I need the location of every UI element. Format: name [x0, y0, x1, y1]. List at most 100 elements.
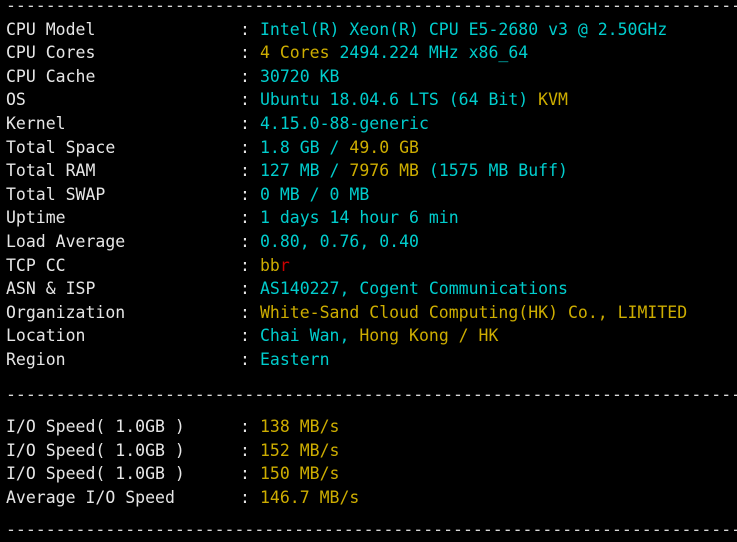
system-info-label: Total RAM — [6, 161, 96, 181]
system-info-row: OS: Ubuntu 18.04.6 LTS (64 Bit) KVM — [6, 88, 737, 112]
system-info-value-segment: 2494.224 MHz x86_64 — [339, 43, 529, 63]
system-info-label: Uptime — [6, 208, 66, 228]
io-speed-value-segment: 146.7 MB/s — [260, 487, 360, 507]
system-info-label: ASN & ISP — [6, 279, 96, 299]
system-info-value-segment: 127 MB / — [260, 161, 350, 181]
system-info-value-segment: (1575 MB Buff) — [428, 161, 568, 181]
system-info-label: Kernel — [6, 113, 66, 133]
system-info-value: bbr — [260, 254, 290, 278]
system-info-value-segment: 4.15.0-88-generic — [260, 113, 429, 133]
system-info-value: 4 Cores 2494.224 MHz x86_64 — [260, 41, 528, 65]
colon-separator: : — [240, 349, 250, 369]
system-info-value-segment: 49.0 GB — [349, 137, 419, 157]
io-speed-value-segment: 138 MB/s — [260, 417, 340, 437]
system-info-value: Ubuntu 18.04.6 LTS (64 Bit) KVM — [260, 88, 568, 112]
system-info-label: CPU Cache — [6, 66, 96, 86]
separator-middle: ----------------------------------------… — [6, 384, 737, 404]
system-info-value-segment: Intel(R) Xeon(R) CPU E5-2680 v3 @ 2.50GH… — [260, 19, 668, 39]
system-info-value-segment: 7976 MB — [349, 161, 429, 181]
colon-separator: : — [240, 279, 250, 299]
colon-separator: : — [240, 66, 250, 86]
system-info-value: 0.80, 0.76, 0.40 — [260, 230, 419, 254]
colon-separator: : — [240, 43, 250, 63]
section-spacer-2 — [0, 406, 737, 415]
io-speed-value: 138 MB/s — [260, 415, 339, 439]
io-speed-value-segment: 152 MB/s — [260, 440, 340, 460]
system-info-label: Total SWAP — [6, 184, 106, 204]
io-speed-value-segment: 150 MB/s — [260, 464, 340, 484]
system-info-row: Region: Eastern — [6, 348, 737, 372]
system-info-row: CPU Model: Intel(R) Xeon(R) CPU E5-2680 v… — [6, 18, 737, 42]
system-info-row: Location: Chai Wan, Hong Kong / HK — [6, 324, 737, 348]
io-speed-label: I/O Speed( 1.0GB ) — [6, 440, 185, 460]
colon-separator: : — [240, 464, 250, 484]
colon-separator: : — [240, 440, 250, 460]
system-info-value: White-Sand Cloud Computing(HK) Co., LIMI… — [260, 301, 687, 325]
section-spacer-3 — [0, 509, 737, 518]
system-info-label: TCP CC — [6, 255, 66, 275]
system-info-value-segment: 4 Cores — [260, 43, 340, 63]
system-info-row: Load Average:0.80, 0.76, 0.40 — [6, 230, 737, 254]
io-test-section: I/O Speed( 1.0GB ):138 MB/s I/O Speed( 1.… — [0, 415, 737, 509]
colon-separator: : — [240, 161, 250, 181]
system-info-row: TCP CC: bbr — [6, 254, 737, 278]
colon-separator: : — [240, 137, 250, 157]
io-speed-value: 150 MB/s — [260, 462, 339, 486]
system-info-value-segment: Eastern — [260, 349, 330, 369]
system-info-value-segment: Hong Kong / HK — [359, 326, 499, 346]
system-info-value-segment: KVM — [538, 90, 568, 110]
system-info-value: 1.8 GB / 49.0 GB — [260, 136, 419, 160]
system-info-value-segment: 1 days 14 hour 6 min — [260, 208, 459, 228]
system-info-row: Organization: White-Sand Cloud Computing(… — [6, 301, 737, 325]
colon-separator: : — [240, 19, 250, 39]
system-info-label: Location — [6, 326, 86, 346]
system-info-value-segment: Ubuntu 18.04.6 LTS (64 Bit) — [260, 90, 539, 110]
system-info-row: CPU Cores:4 Cores 2494.224 MHz x86_64 — [6, 41, 737, 65]
colon-separator: : — [240, 255, 250, 275]
system-info-label: Load Average — [6, 231, 126, 251]
system-info-value: 30720 KB — [260, 65, 339, 89]
colon-separator: : — [240, 90, 250, 110]
io-speed-row: I/O Speed( 1.0GB ):152 MB/s — [6, 439, 737, 463]
io-speed-label: I/O Speed( 1.0GB ) — [6, 464, 185, 484]
system-info-row: CPU Cache:30720 KB — [6, 65, 737, 89]
colon-separator: : — [240, 417, 250, 437]
system-info-value: AS140227, Cogent Communications — [260, 277, 568, 301]
colon-separator: : — [240, 231, 250, 251]
terminal-window: ----------------------------------------… — [0, 0, 737, 539]
io-speed-value: 146.7 MB/s — [260, 486, 359, 510]
io-speed-row: I/O Speed( 1.0GB ):150 MB/s — [6, 462, 737, 486]
system-info-label: OS — [6, 90, 26, 110]
system-info-value-segment: 1.8 GB / — [260, 137, 350, 157]
system-info-value: 4.15.0-88-generic — [260, 112, 429, 136]
system-info-section: CPU Model: Intel(R) Xeon(R) CPU E5-2680 v… — [0, 18, 737, 372]
system-info-value: 1 days 14 hour 6 min — [260, 206, 459, 230]
colon-separator: : — [240, 184, 250, 204]
separator-top: ----------------------------------------… — [6, 0, 737, 15]
system-info-value-segment: 0 MB / 0 MB — [260, 184, 370, 204]
system-info-value-segment: 0.80, 0.76, 0.40 — [260, 231, 419, 251]
system-info-value: Intel(R) Xeon(R) CPU E5-2680 v3 @ 2.50GH… — [260, 18, 667, 42]
system-info-value-segment: White-Sand Cloud Computing(HK) Co., LIMI… — [260, 302, 688, 322]
io-speed-label: I/O Speed( 1.0GB ) — [6, 417, 185, 437]
system-info-label: Region — [6, 349, 66, 369]
system-info-row: Total SWAP:0 MB / 0 MB — [6, 183, 737, 207]
system-info-value-segment: bb — [260, 255, 280, 275]
system-info-value-segment: 30720 KB — [260, 66, 340, 86]
system-info-label: Organization — [6, 302, 126, 322]
system-info-value-segment: r — [279, 255, 290, 275]
system-info-row: ASN & ISP: AS140227, Cogent Communication… — [6, 277, 737, 301]
system-info-value-segment: Chai Wan, — [260, 326, 360, 346]
system-info-row: Total RAM:127 MB / 7976 MB (1575 MB Buff… — [6, 159, 737, 183]
system-info-value: Chai Wan, Hong Kong / HK — [260, 324, 498, 348]
system-info-label: CPU Model — [6, 19, 96, 39]
system-info-row: Total Space:1.8 GB / 49.0 GB — [6, 136, 737, 160]
io-speed-row: I/O Speed( 1.0GB ):138 MB/s — [6, 415, 737, 439]
system-info-value: 127 MB / 7976 MB (1575 MB Buff) — [260, 159, 568, 183]
colon-separator: : — [240, 487, 250, 507]
colon-separator: : — [240, 302, 250, 322]
system-info-value-segment: AS140227, Cogent Communications — [260, 279, 568, 299]
system-info-label: Total Space — [6, 137, 116, 157]
system-info-label: CPU Cores — [6, 43, 96, 63]
